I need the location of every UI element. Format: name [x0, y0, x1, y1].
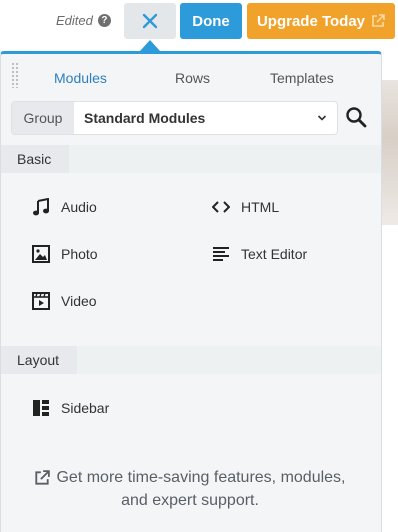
- done-button[interactable]: Done: [180, 3, 242, 39]
- section-basic-title: Basic: [1, 145, 69, 173]
- text-align-icon: [211, 244, 231, 264]
- group-select[interactable]: Group Standard Modules: [11, 101, 338, 135]
- promo-text-line-1: Get more time-saving features, modules,: [56, 469, 346, 486]
- close-panel-button[interactable]: [124, 3, 176, 39]
- module-video-label: Video: [61, 293, 97, 309]
- drag-handle[interactable]: [11, 62, 19, 88]
- section-layout-title: Layout: [1, 346, 77, 374]
- section-layout: Layout: [1, 346, 381, 374]
- module-video[interactable]: Video: [31, 289, 97, 313]
- upgrade-promo[interactable]: Get more time-saving features, modules, …: [0, 466, 380, 512]
- search-icon[interactable]: [345, 106, 367, 128]
- module-sidebar-label: Sidebar: [61, 400, 110, 416]
- upgrade-button[interactable]: Upgrade Today: [247, 3, 395, 39]
- music-note-icon: [31, 197, 51, 217]
- module-text-editor-label: Text Editor: [241, 246, 308, 262]
- module-sidebar[interactable]: Sidebar: [31, 396, 109, 420]
- module-html-label: HTML: [241, 199, 280, 215]
- panel-tabs: Modules Rows Templates: [21, 70, 371, 90]
- close-x-icon: [142, 13, 158, 29]
- group-selected-value: Standard Modules: [84, 110, 206, 126]
- group-filter-row: Group Standard Modules: [11, 101, 373, 137]
- module-photo[interactable]: Photo: [31, 242, 98, 266]
- group-label: Group: [12, 102, 74, 134]
- module-audio[interactable]: Audio: [31, 195, 97, 219]
- promo-text-line-2: and expert support.: [121, 492, 259, 509]
- edited-label: Edited: [56, 13, 93, 28]
- tab-modules[interactable]: Modules: [54, 70, 107, 86]
- done-label: Done: [192, 12, 230, 30]
- tab-templates[interactable]: Templates: [270, 70, 334, 86]
- top-toolbar: Edited ? Done Upgrade Today: [0, 0, 398, 42]
- video-icon: [31, 291, 51, 311]
- sidebar-layout-icon: [31, 398, 51, 418]
- module-text-editor[interactable]: Text Editor: [211, 242, 307, 266]
- chevron-down-icon: [317, 115, 327, 121]
- modules-panel: Modules Rows Templates Group Standard Mo…: [0, 51, 382, 532]
- upgrade-label: Upgrade Today: [256, 12, 366, 30]
- external-link-icon: [372, 14, 385, 27]
- question-circle-icon[interactable]: ?: [97, 14, 111, 27]
- module-html[interactable]: HTML: [211, 195, 279, 219]
- section-basic: Basic: [1, 145, 381, 173]
- promo-line-1: Get more time-saving features, modules,: [0, 466, 380, 489]
- module-audio-label: Audio: [61, 199, 97, 215]
- photo-icon: [31, 244, 51, 264]
- external-link-icon: [35, 469, 51, 485]
- module-photo-label: Photo: [61, 246, 98, 262]
- edited-status[interactable]: Edited ?: [56, 13, 111, 28]
- panel-pointer-caret: [140, 40, 160, 51]
- tab-rows[interactable]: Rows: [175, 70, 210, 86]
- code-brackets-icon: [211, 197, 231, 217]
